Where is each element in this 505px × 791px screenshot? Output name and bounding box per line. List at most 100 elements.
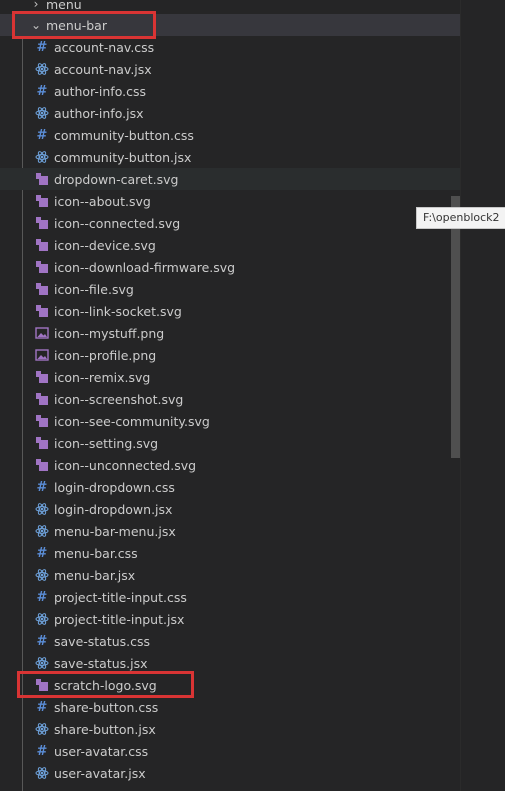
file-item[interactable]: icon--about.svg [0, 190, 460, 212]
file-name: icon--connected.svg [54, 215, 181, 231]
file-item[interactable]: dropdown-caret.svg [0, 168, 460, 190]
svg-file-icon [34, 193, 50, 209]
file-name: icon--mystuff.png [54, 325, 165, 341]
file-explorer: › menu ⌄ menu-bar # account-nav.css accoun… [0, 0, 505, 791]
react-icon [34, 61, 50, 77]
react-icon [34, 655, 50, 671]
file-name: icon--about.svg [54, 193, 151, 209]
file-item[interactable]: icon--link-socket.svg [0, 300, 460, 322]
file-name: project-title-input.css [54, 589, 187, 605]
file-name: icon--profile.png [54, 347, 157, 363]
file-name: login-dropdown.css [54, 479, 175, 495]
scrollbar-thumb[interactable] [451, 196, 460, 458]
file-name: menu-bar.css [54, 545, 138, 561]
svg-file-icon [34, 171, 50, 187]
folder-label: menu-bar [46, 17, 107, 33]
hash-icon: # [36, 83, 48, 99]
file-name: scratch-logo.svg [54, 677, 157, 693]
file-item[interactable]: # community-button.css [0, 124, 460, 146]
svg-file-icon [34, 259, 50, 275]
react-icon [34, 611, 50, 627]
file-item[interactable]: menu-bar-menu.jsx [0, 520, 460, 542]
file-item[interactable]: user-avatar.jsx [0, 762, 460, 784]
file-item[interactable]: icon--mystuff.png [0, 322, 460, 344]
svg-file-icon [34, 677, 50, 693]
file-item[interactable]: icon--device.svg [0, 234, 460, 256]
svg-file-icon [34, 281, 50, 297]
file-name: icon--see-community.svg [54, 413, 210, 429]
file-name: icon--link-socket.svg [54, 303, 182, 319]
file-item[interactable]: community-button.jsx [0, 146, 460, 168]
file-item[interactable]: icon--setting.svg [0, 432, 460, 454]
file-name: author-info.jsx [54, 105, 144, 121]
file-item[interactable]: icon--remix.svg [0, 366, 460, 388]
file-item[interactable]: login-dropdown.jsx [0, 498, 460, 520]
file-item[interactable]: save-status.jsx [0, 652, 460, 674]
file-item[interactable]: icon--see-community.svg [0, 410, 460, 432]
file-name: user-avatar.jsx [54, 765, 146, 781]
react-icon [34, 567, 50, 583]
file-name: login-dropdown.jsx [54, 501, 173, 517]
path-tooltip: F:\openblock2 [416, 207, 505, 229]
file-item[interactable]: scratch-logo.svg [0, 674, 460, 696]
file-name: icon--download-firmware.svg [54, 259, 236, 275]
file-item[interactable]: account-nav.jsx [0, 58, 460, 80]
file-item[interactable]: menu-bar.jsx [0, 564, 460, 586]
react-icon [34, 149, 50, 165]
file-name: save-status.jsx [54, 655, 148, 671]
file-item[interactable]: icon--connected.svg [0, 212, 460, 234]
file-name: menu-bar-menu.jsx [54, 523, 176, 539]
svg-file-icon [34, 237, 50, 253]
file-item[interactable]: # user-avatar.css [0, 740, 460, 762]
svg-file-icon [34, 369, 50, 385]
image-file-icon [34, 347, 50, 363]
hash-icon: # [36, 127, 48, 143]
svg-file-icon [34, 391, 50, 407]
hash-icon: # [36, 743, 48, 759]
file-item[interactable]: # save-status.css [0, 630, 460, 652]
file-name: community-button.css [54, 127, 194, 143]
file-item[interactable]: icon--download-firmware.svg [0, 256, 460, 278]
file-item[interactable]: share-button.jsx [0, 718, 460, 740]
svg-file-icon [34, 457, 50, 473]
chevron-right-icon: › [33, 0, 39, 11]
file-name: user-avatar.css [54, 743, 149, 759]
file-item[interactable]: # menu-bar.css [0, 542, 460, 564]
react-icon [34, 721, 50, 737]
file-name: community-button.jsx [54, 149, 192, 165]
svg-file-icon [34, 435, 50, 451]
file-item[interactable]: icon--unconnected.svg [0, 454, 460, 476]
file-item[interactable]: icon--file.svg [0, 278, 460, 300]
file-item[interactable]: icon--profile.png [0, 344, 460, 366]
file-name: icon--device.svg [54, 237, 156, 253]
file-name: dropdown-caret.svg [54, 171, 179, 187]
hash-icon: # [36, 479, 48, 495]
file-item[interactable]: # project-title-input.css [0, 586, 460, 608]
hash-icon: # [36, 699, 48, 715]
scrollbar-edge [460, 0, 461, 791]
file-name: icon--screenshot.svg [54, 391, 184, 407]
folder-menu[interactable]: › menu [0, 0, 460, 15]
file-item[interactable]: # account-nav.css [0, 36, 460, 58]
react-icon [34, 501, 50, 517]
svg-file-icon [34, 303, 50, 319]
file-item[interactable]: icon--screenshot.svg [0, 388, 460, 410]
scrollbar-track[interactable] [460, 0, 505, 791]
file-item[interactable]: # author-info.css [0, 80, 460, 102]
file-item[interactable]: # share-button.css [0, 696, 460, 718]
file-name: project-title-input.jsx [54, 611, 185, 627]
folder-menu-bar[interactable]: ⌄ menu-bar [0, 14, 460, 36]
react-icon [34, 523, 50, 539]
chevron-down-icon: ⌄ [30, 18, 42, 32]
svg-file-icon [34, 215, 50, 231]
file-name: menu-bar.jsx [54, 567, 136, 583]
file-name: account-nav.jsx [54, 61, 152, 77]
file-item[interactable]: # login-dropdown.css [0, 476, 460, 498]
file-item[interactable]: project-title-input.jsx [0, 608, 460, 630]
file-item[interactable]: author-info.jsx [0, 102, 460, 124]
hash-icon: # [36, 39, 48, 55]
hash-icon: # [36, 545, 48, 561]
file-name: icon--file.svg [54, 281, 134, 297]
file-name: icon--unconnected.svg [54, 457, 197, 473]
file-name: share-button.jsx [54, 721, 156, 737]
